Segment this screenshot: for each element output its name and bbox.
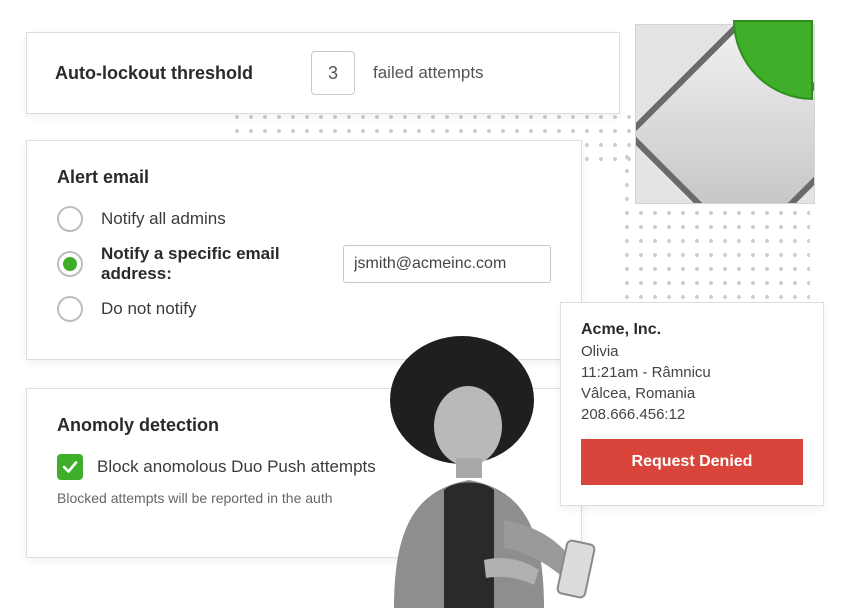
- checkmark-icon: [61, 458, 79, 476]
- alert-email-title: Alert email: [57, 167, 551, 188]
- radio-do-not-notify[interactable]: [57, 296, 83, 322]
- lockout-suffix: failed attempts: [373, 63, 484, 83]
- alert-email-input[interactable]: [343, 245, 551, 283]
- auto-lockout-card: Auto-lockout threshold 3 failed attempts: [26, 32, 620, 114]
- lockout-threshold-input[interactable]: 3: [311, 51, 355, 95]
- radio-label-do-not-notify: Do not notify: [101, 299, 196, 319]
- radio-row-notify-specific: Notify a specific email address:: [57, 244, 551, 284]
- lockout-threshold-value: 3: [328, 63, 338, 84]
- radio-notify-specific[interactable]: [57, 251, 83, 277]
- radio-row-do-not-notify: Do not notify: [57, 296, 551, 322]
- alert-email-card: Alert email Notify all admins Notify a s…: [26, 140, 582, 360]
- anomaly-checkbox[interactable]: [57, 454, 83, 480]
- radio-row-notify-all: Notify all admins: [57, 206, 551, 232]
- person-image: [334, 330, 624, 608]
- radio-label-notify-all: Notify all admins: [101, 209, 226, 229]
- auto-lockout-title: Auto-lockout threshold: [55, 63, 253, 84]
- radio-notify-all[interactable]: [57, 206, 83, 232]
- radio-label-notify-specific: Notify a specific email address:: [101, 244, 325, 284]
